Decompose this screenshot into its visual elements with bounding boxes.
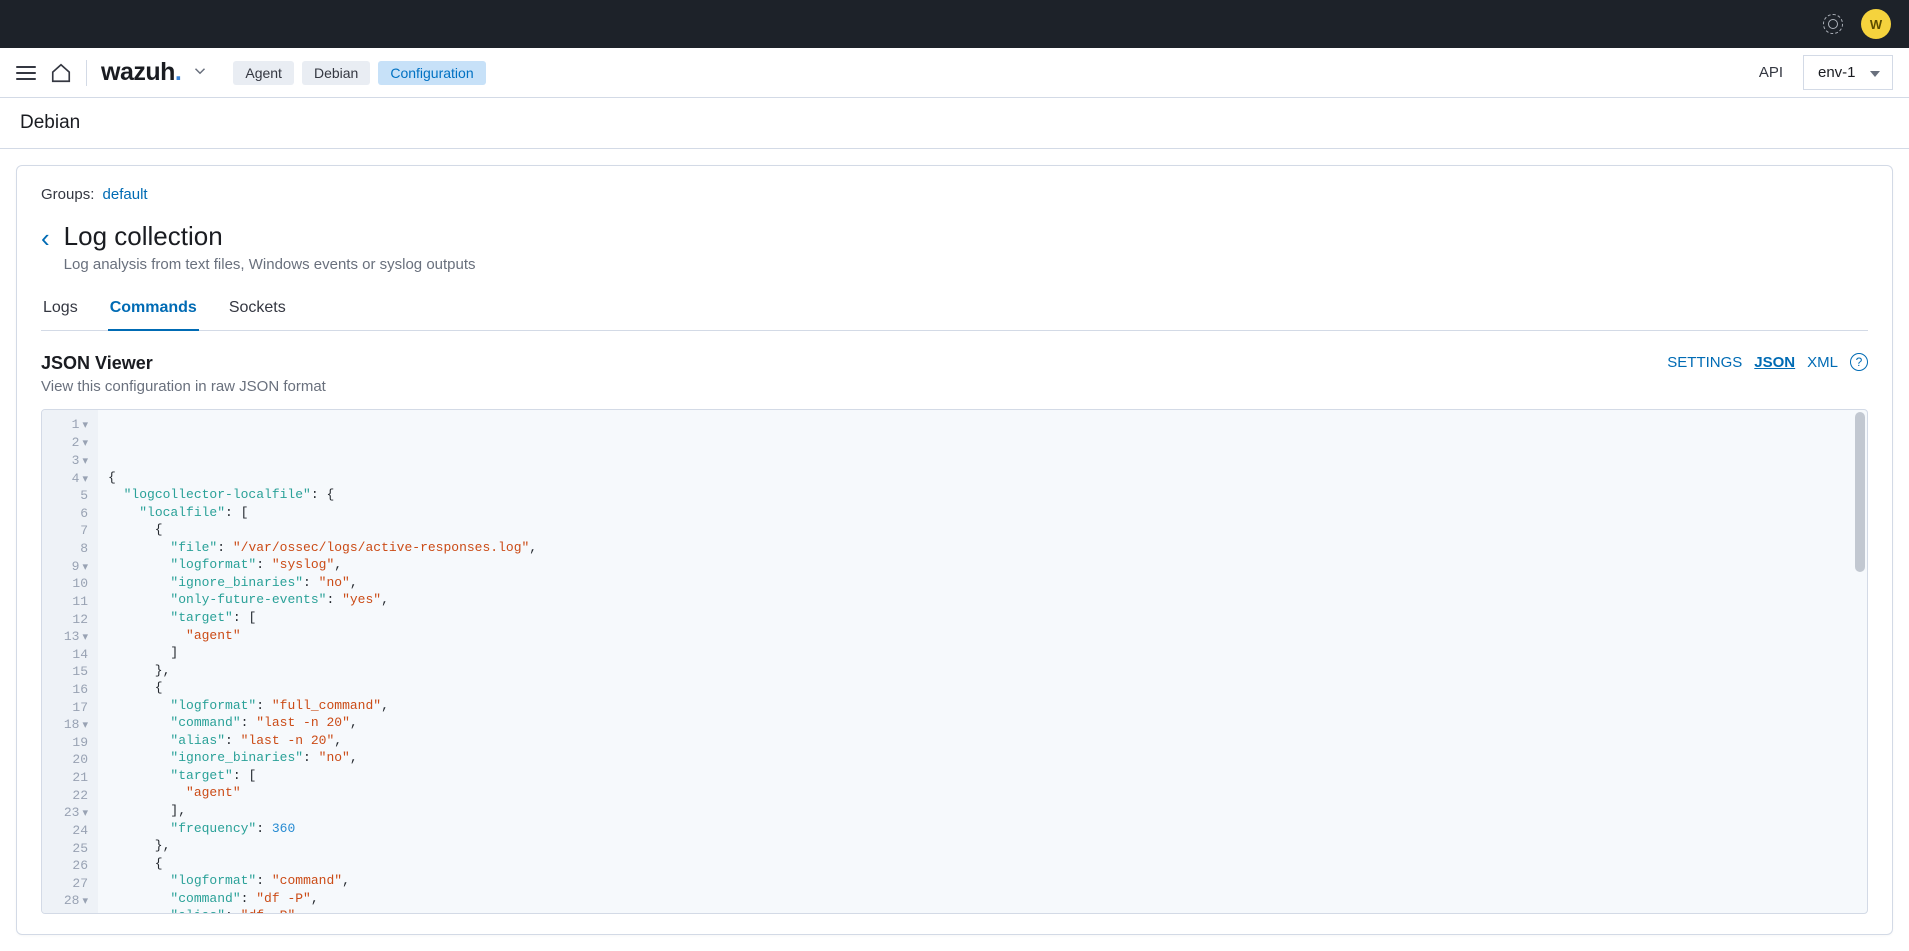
menu-icon[interactable]: [16, 66, 36, 80]
link-xml[interactable]: XML: [1807, 354, 1838, 371]
groups-label: Groups:: [41, 186, 94, 203]
code-gutter: 1▾2▾3▾4▾56789▾10111213▾1415161718▾192021…: [42, 410, 98, 914]
groups-row: Groups: default: [41, 186, 1868, 203]
api-link[interactable]: API: [1759, 64, 1783, 81]
crumb-configuration[interactable]: Configuration: [378, 61, 485, 85]
page-subtitle: Log analysis from text files, Windows ev…: [64, 256, 476, 273]
json-viewer-title: JSON Viewer: [41, 353, 326, 374]
help-icon[interactable]: ?: [1850, 353, 1868, 371]
page-title: Log collection: [64, 221, 476, 252]
environment-select[interactable]: env-1: [1803, 55, 1893, 90]
link-json[interactable]: JSON: [1754, 354, 1795, 371]
crumb-agent[interactable]: Agent: [233, 61, 294, 85]
link-settings[interactable]: SETTINGS: [1667, 354, 1742, 371]
news-ring-icon[interactable]: [1823, 14, 1843, 34]
main-panel: Groups: default ‹ Log collection Log ana…: [16, 165, 1893, 935]
tab-sockets[interactable]: Sockets: [227, 287, 288, 330]
page-context-title: Debian: [20, 112, 80, 133]
chevron-down-icon[interactable]: [191, 62, 209, 80]
tab-commands[interactable]: Commands: [108, 287, 199, 331]
header-bar: wazuh. Agent Debian Configuration API en…: [0, 48, 1909, 98]
back-chevron-icon[interactable]: ‹: [41, 225, 50, 251]
code-content[interactable]: { "logcollector-localfile": { "localfile…: [98, 410, 1867, 914]
breadcrumb: Agent Debian Configuration: [233, 61, 485, 85]
brand-logo[interactable]: wazuh.: [101, 58, 209, 87]
scrollbar-thumb[interactable]: [1855, 412, 1865, 572]
json-code-viewer[interactable]: 1▾2▾3▾4▾56789▾10111213▾1415161718▾192021…: [41, 409, 1868, 914]
viewer-format-links: SETTINGS JSON XML ?: [1667, 353, 1868, 371]
json-viewer-subtitle: View this configuration in raw JSON form…: [41, 378, 326, 395]
user-avatar[interactable]: W: [1861, 9, 1891, 39]
home-icon[interactable]: [50, 62, 72, 84]
group-link-default[interactable]: default: [103, 186, 148, 203]
global-topbar: W: [0, 0, 1909, 48]
sub-header: Debian: [0, 98, 1909, 149]
brand-text: wazuh: [101, 58, 175, 87]
tabs: Logs Commands Sockets: [41, 287, 1868, 331]
divider: [86, 60, 87, 86]
brand-dot: .: [175, 58, 181, 87]
tab-logs[interactable]: Logs: [41, 287, 80, 330]
crumb-debian[interactable]: Debian: [302, 61, 370, 85]
